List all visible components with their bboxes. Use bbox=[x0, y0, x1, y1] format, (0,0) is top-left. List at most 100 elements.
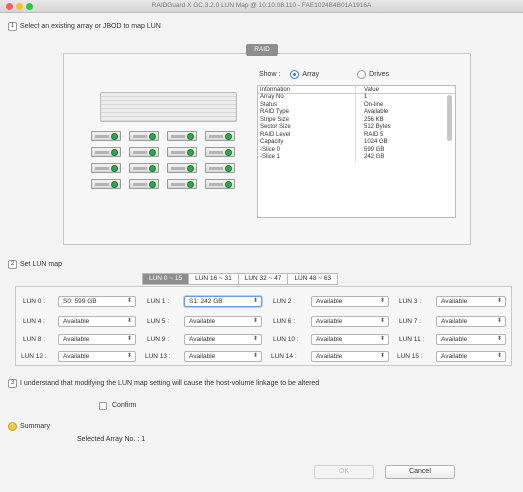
show-options: Show : Array Drives bbox=[259, 70, 389, 79]
updown-arrow-icon: ⬍ bbox=[252, 336, 258, 342]
tab-lun-16-31[interactable]: LUN 16 ~ 31 bbox=[189, 273, 239, 285]
step3-number: 3 bbox=[8, 379, 17, 388]
updown-arrow-icon: ⬍ bbox=[379, 318, 385, 324]
lun-11-select[interactable]: Available ⬍ bbox=[436, 334, 506, 345]
value-column-header[interactable]: Value bbox=[356, 86, 379, 93]
drive-bay-8[interactable] bbox=[205, 147, 235, 157]
info-table-scrollbar[interactable] bbox=[447, 95, 452, 141]
row-value: 1 bbox=[364, 94, 368, 100]
info-table-header: Information Value bbox=[258, 86, 455, 94]
lun-10-select[interactable]: Available ⬍ bbox=[311, 334, 389, 345]
lun-9-select[interactable]: Available ⬍ bbox=[184, 334, 262, 345]
lun-12-label: LUN 12 : bbox=[21, 353, 47, 360]
drive-bay-5[interactable] bbox=[91, 147, 121, 157]
updown-arrow-icon: ⬍ bbox=[379, 353, 385, 359]
confirm-checkbox[interactable] bbox=[99, 402, 107, 410]
lun-0-label: LUN 0 : bbox=[23, 298, 46, 305]
lun-3-label: LUN 3 : bbox=[399, 298, 422, 305]
lun-11-value: Available bbox=[441, 336, 468, 343]
lun-2-select[interactable]: Available ⬍ bbox=[311, 296, 389, 307]
row-value: 242 GB bbox=[364, 154, 385, 160]
confirm-label[interactable]: Confirm bbox=[112, 402, 137, 409]
drives-radio[interactable] bbox=[357, 70, 367, 79]
drive-bay-11[interactable] bbox=[167, 163, 197, 173]
lun-1-select[interactable]: S1: 242 GB ⬍ bbox=[184, 296, 262, 307]
lun-3-select[interactable]: Available ⬍ bbox=[436, 296, 506, 307]
lun-8-select[interactable]: Available ⬍ bbox=[58, 334, 136, 345]
drive-bay-13[interactable] bbox=[91, 179, 121, 189]
summary-section: ! Summary bbox=[8, 422, 50, 431]
drive-status-led-icon bbox=[111, 133, 118, 140]
drive-bay-10[interactable] bbox=[129, 163, 159, 173]
summary-warning-icon: ! bbox=[8, 422, 17, 431]
lun-10-label: LUN 10 : bbox=[273, 336, 299, 343]
drive-bay-6[interactable] bbox=[129, 147, 159, 157]
drive-bay-14[interactable] bbox=[129, 179, 159, 189]
row-value: 599 GB bbox=[364, 146, 385, 153]
row-info: -Slice 0 bbox=[258, 146, 356, 154]
lun-15-value: Available bbox=[441, 353, 468, 360]
lun-7-select[interactable]: Available ⬍ bbox=[436, 316, 506, 327]
tab-lun-48-63[interactable]: LUN 48 ~ 63 bbox=[288, 273, 339, 285]
lun-14-value: Available bbox=[316, 353, 343, 360]
row-value: On-line bbox=[364, 101, 384, 108]
lun-15-select[interactable]: Available ⬍ bbox=[436, 351, 506, 362]
window-title: RAIDGuard X GC.3.2.0 LUN Map @ 10.10.08.… bbox=[151, 2, 372, 9]
drive-bay-3[interactable] bbox=[167, 131, 197, 141]
drive-bay-7[interactable] bbox=[167, 147, 197, 157]
lun-4-label: LUN 4 : bbox=[23, 318, 46, 325]
lun-0-select[interactable]: S0: 599 GB ⬍ bbox=[58, 296, 136, 307]
tab-lun-0-15[interactable]: LUN 0 ~ 15 bbox=[142, 273, 190, 285]
drive-bay-15[interactable] bbox=[167, 179, 197, 189]
tab-lun-32-47[interactable]: LUN 32 ~ 47 bbox=[238, 273, 289, 285]
array-info-table[interactable]: Information Value Array No 1 Status On-lin… bbox=[257, 85, 456, 218]
drives-radio-label[interactable]: Drives bbox=[369, 71, 389, 78]
updown-arrow-icon: ⬍ bbox=[496, 353, 502, 359]
lun-1-value: S1: 242 GB bbox=[189, 298, 223, 305]
drive-bay-1[interactable] bbox=[91, 131, 121, 141]
lun-5-value: Available bbox=[189, 318, 216, 325]
drive-status-led-icon bbox=[187, 165, 194, 172]
row-info: -Slice 1 bbox=[258, 154, 356, 162]
drive-bay-16[interactable] bbox=[205, 179, 235, 189]
lun-4-select[interactable]: Available ⬍ bbox=[58, 316, 136, 327]
cancel-button[interactable]: Cancel bbox=[385, 465, 455, 479]
lun-8-label: LUN 8 : bbox=[23, 336, 46, 343]
row-info: Sector Size bbox=[258, 124, 356, 132]
drive-bay-2[interactable] bbox=[129, 131, 159, 141]
table-row: Stripe Size 256 KB bbox=[258, 116, 455, 124]
row-info: Stripe Size bbox=[258, 116, 356, 124]
drive-bay-12[interactable] bbox=[205, 163, 235, 173]
drive-bay-9[interactable] bbox=[91, 163, 121, 173]
array-radio[interactable] bbox=[290, 70, 300, 79]
table-row: RAID Type Available bbox=[258, 109, 455, 117]
lun-12-select[interactable]: Available ⬍ bbox=[58, 351, 136, 362]
lun-9-value: Available bbox=[189, 336, 216, 343]
step1-section: 1 Select an existing array or JBOD to ma… bbox=[8, 22, 161, 31]
step3-section: 3 I understand that modifying the LUN ma… bbox=[8, 379, 319, 388]
lun-4-value: Available bbox=[63, 318, 90, 325]
table-row: Status On-line bbox=[258, 101, 455, 109]
lun-1-label: LUN 1 : bbox=[147, 298, 170, 305]
drive-status-led-icon bbox=[111, 149, 118, 156]
step2-number: 2 bbox=[8, 260, 17, 269]
lun-range-tabs: LUN 0 ~ 15 LUN 16 ~ 31 LUN 32 ~ 47 LUN 4… bbox=[142, 273, 339, 285]
ok-button[interactable]: OK bbox=[314, 465, 374, 479]
drive-status-led-icon bbox=[149, 149, 156, 156]
row-info: Capacity bbox=[258, 139, 356, 147]
table-row: RAID Level RAID 5 bbox=[258, 131, 455, 139]
lun-5-select[interactable]: Available ⬍ bbox=[184, 316, 262, 327]
enclosure-chassis-icon bbox=[100, 92, 237, 122]
array-radio-label[interactable]: Array bbox=[302, 71, 319, 78]
drive-status-led-icon bbox=[111, 165, 118, 172]
lun-14-select[interactable]: Available ⬍ bbox=[311, 351, 389, 362]
drive-bay-4[interactable] bbox=[205, 131, 235, 141]
raid-tab[interactable]: RAID bbox=[246, 44, 278, 56]
lun-3-value: Available bbox=[441, 298, 468, 305]
info-column-header[interactable]: Information bbox=[258, 86, 356, 93]
row-info: Status bbox=[258, 101, 356, 109]
lun-6-select[interactable]: Available ⬍ bbox=[311, 316, 389, 327]
lun-13-select[interactable]: Available ⬍ bbox=[184, 351, 262, 362]
updown-arrow-icon: ⬍ bbox=[126, 318, 132, 324]
lun-14-label: LUN 14 : bbox=[271, 353, 297, 360]
